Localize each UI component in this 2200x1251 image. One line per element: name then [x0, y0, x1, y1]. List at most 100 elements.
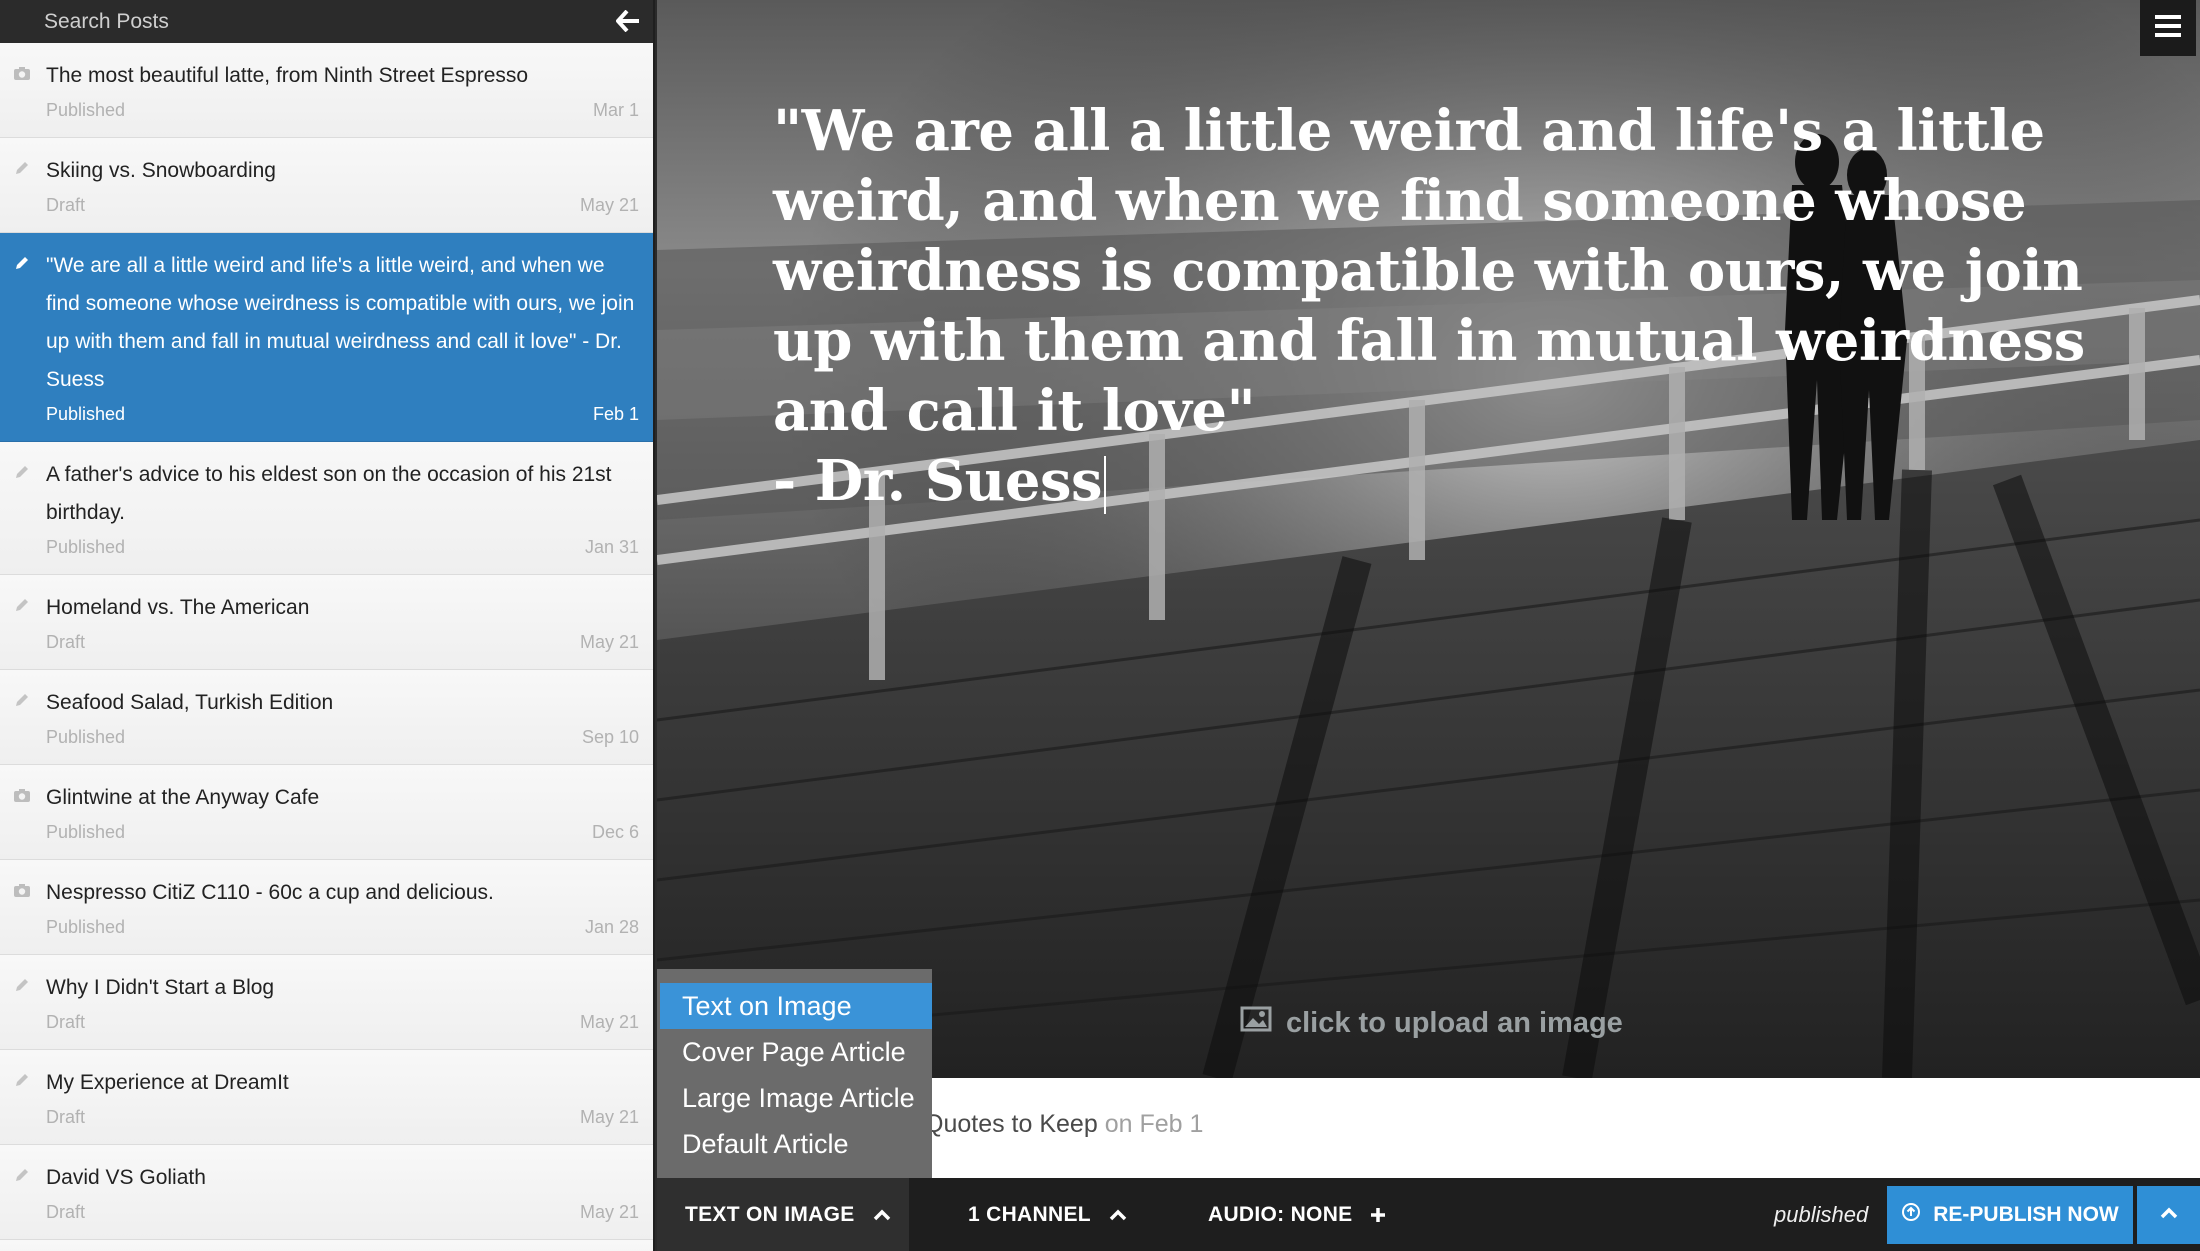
layout-option-default-article[interactable]: Default Article [657, 1121, 932, 1167]
audio-label: AUDIO: NONE [1208, 1202, 1353, 1226]
post-status: Published [46, 404, 126, 424]
upload-image-button[interactable]: click to upload an image [1240, 1006, 1623, 1040]
quote-text[interactable]: "We are all a little weird and life's a … [773, 96, 2133, 516]
text-caret [1104, 456, 1106, 515]
post-title: Seafood Salad, Turkish Edition [46, 691, 334, 714]
pencil-icon [12, 253, 32, 273]
post-date: Feb 1 [592, 404, 639, 424]
post-title: "We are all a little weird and life's a … [46, 254, 635, 391]
post-title: Glintwine at the Anyway Cafe [46, 786, 320, 809]
post-title: Nespresso CitiZ C110 - 60c a cup and del… [46, 881, 494, 904]
post-meta: Draft May 21 [46, 629, 639, 655]
post-status: Published [46, 917, 126, 937]
post-status: Published [46, 100, 126, 120]
post-list-item[interactable]: Why I Didn't Start a Blog Draft May 21 [0, 955, 653, 1050]
post-status: Published [46, 822, 126, 842]
post-date: Dec 6 [591, 822, 639, 842]
chevron-up-icon [2160, 1206, 2178, 1224]
publish-options-toggle[interactable] [2137, 1186, 2200, 1244]
republish-button[interactable]: RE-PUBLISH NOW [1887, 1186, 2133, 1244]
pencil-icon [12, 1165, 32, 1185]
menu-button[interactable] [2140, 0, 2196, 56]
layout-dropdown-menu: Text on Image Cover Page Article Large I… [657, 969, 932, 1179]
republish-label: RE-PUBLISH NOW [1933, 1203, 2119, 1226]
pencil-icon [12, 158, 32, 178]
upload-label: click to upload an image [1286, 1006, 1623, 1039]
post-list-item[interactable]: Nespresso CitiZ C110 - 60c a cup and del… [0, 860, 653, 955]
audio-selector[interactable]: AUDIO: NONE [1208, 1178, 1386, 1251]
layout-option-text-on-image[interactable]: Text on Image [660, 983, 932, 1029]
post-title: My Experience at DreamIt [46, 1071, 289, 1094]
channel-label: 1 CHANNEL [968, 1202, 1091, 1226]
post-meta: Draft May 21 [46, 192, 639, 218]
post-title: Homeland vs. The American [46, 596, 310, 619]
post-date: May 21 [579, 1107, 639, 1127]
chevron-up-icon [1109, 1209, 1127, 1221]
pencil-icon [12, 975, 32, 995]
camera-icon [12, 785, 32, 805]
post-title: A father's advice to his eldest son on t… [46, 463, 612, 524]
post-meta: Published Dec 6 [46, 819, 639, 845]
post-meta: Draft May 21 [46, 1104, 639, 1130]
quote-attribution: - Dr. Suess [773, 446, 2133, 516]
post-date: Jan 28 [584, 917, 639, 937]
post-meta: Published Jan 28 [46, 914, 639, 940]
layout-selector[interactable]: TEXT ON IMAGE [657, 1178, 909, 1251]
channel-name: Quotes to Keep [924, 1110, 1098, 1138]
post-list: The most beautiful latte, from Ninth Str… [0, 43, 653, 1251]
post-date: May 21 [579, 632, 639, 652]
publish-icon [1901, 1202, 1921, 1228]
channel-date: on Feb 1 [1104, 1110, 1204, 1138]
search-bar [0, 0, 653, 43]
post-title: Why I Didn't Start a Blog [46, 976, 275, 999]
post-list-item[interactable]: Seafood Salad, Turkish Edition Published S… [0, 670, 653, 765]
post-list-item[interactable]: David VS Goliath Draft May 21 [0, 1145, 653, 1240]
post-status: Draft [46, 1012, 86, 1032]
channel-selector[interactable]: 1 CHANNEL [968, 1178, 1127, 1251]
channel-line: Quotes to Keep on Feb 1 [924, 1110, 1203, 1139]
post-date: May 21 [579, 195, 639, 215]
layout-option-large-image-article[interactable]: Large Image Article [657, 1075, 932, 1121]
image-icon [1240, 1006, 1272, 1040]
post-list-item[interactable]: The most beautiful latte, from Ninth Str… [0, 43, 653, 138]
post-status: Published [46, 727, 126, 747]
plus-icon [1370, 1207, 1386, 1223]
chevron-up-icon [873, 1209, 891, 1221]
pencil-icon [12, 1070, 32, 1090]
post-list-item[interactable]: Homeland vs. The American Draft May 21 [0, 575, 653, 670]
publish-status: published [1774, 1201, 1869, 1227]
post-title: David VS Goliath [46, 1166, 206, 1189]
post-date: Mar 1 [592, 100, 639, 120]
post-status: Draft [46, 632, 86, 652]
post-title: Skiing vs. Snowboarding [46, 159, 276, 182]
layout-label: TEXT ON IMAGE [685, 1202, 855, 1226]
post-meta: Published Mar 1 [46, 97, 639, 123]
pencil-icon [12, 690, 32, 710]
post-list-item[interactable]: Get Away [0, 1240, 653, 1251]
layout-option-cover-page-article[interactable]: Cover Page Article [657, 1029, 932, 1075]
bottom-toolbar: TEXT ON IMAGE 1 CHANNEL AUDIO: NONE publ… [657, 1178, 2200, 1251]
post-list-item[interactable]: A father's advice to his eldest son on t… [0, 442, 653, 575]
post-meta: Draft May 21 [46, 1199, 639, 1225]
hero-image: "We are all a little weird and life's a … [657, 0, 2200, 1078]
post-meta: Published Feb 1 [46, 401, 639, 427]
arrow-left-icon[interactable] [613, 6, 643, 36]
search-input[interactable] [44, 9, 544, 34]
quote-body: "We are all a little weird and life's a … [773, 98, 2085, 444]
post-list-item[interactable]: My Experience at DreamIt Draft May 21 [0, 1050, 653, 1145]
post-list-item[interactable]: "We are all a little weird and life's a … [0, 233, 653, 442]
post-title: The most beautiful latte, from Ninth Str… [46, 64, 529, 87]
post-status: Draft [46, 195, 86, 215]
post-date: May 21 [579, 1202, 639, 1222]
post-date: Jan 31 [584, 537, 639, 557]
post-status: Draft [46, 1202, 86, 1222]
post-list-item[interactable]: Glintwine at the Anyway Cafe Published Dec… [0, 765, 653, 860]
post-meta: Published Jan 31 [46, 534, 639, 560]
post-date: Sep 10 [581, 727, 639, 747]
post-meta: Draft May 21 [46, 1009, 639, 1035]
post-list-item[interactable]: Skiing vs. Snowboarding Draft May 21 [0, 138, 653, 233]
camera-icon [12, 880, 32, 900]
camera-icon [12, 63, 32, 83]
post-meta: Published Sep 10 [46, 724, 639, 750]
editor-area: "We are all a little weird and life's a … [657, 0, 2200, 1251]
